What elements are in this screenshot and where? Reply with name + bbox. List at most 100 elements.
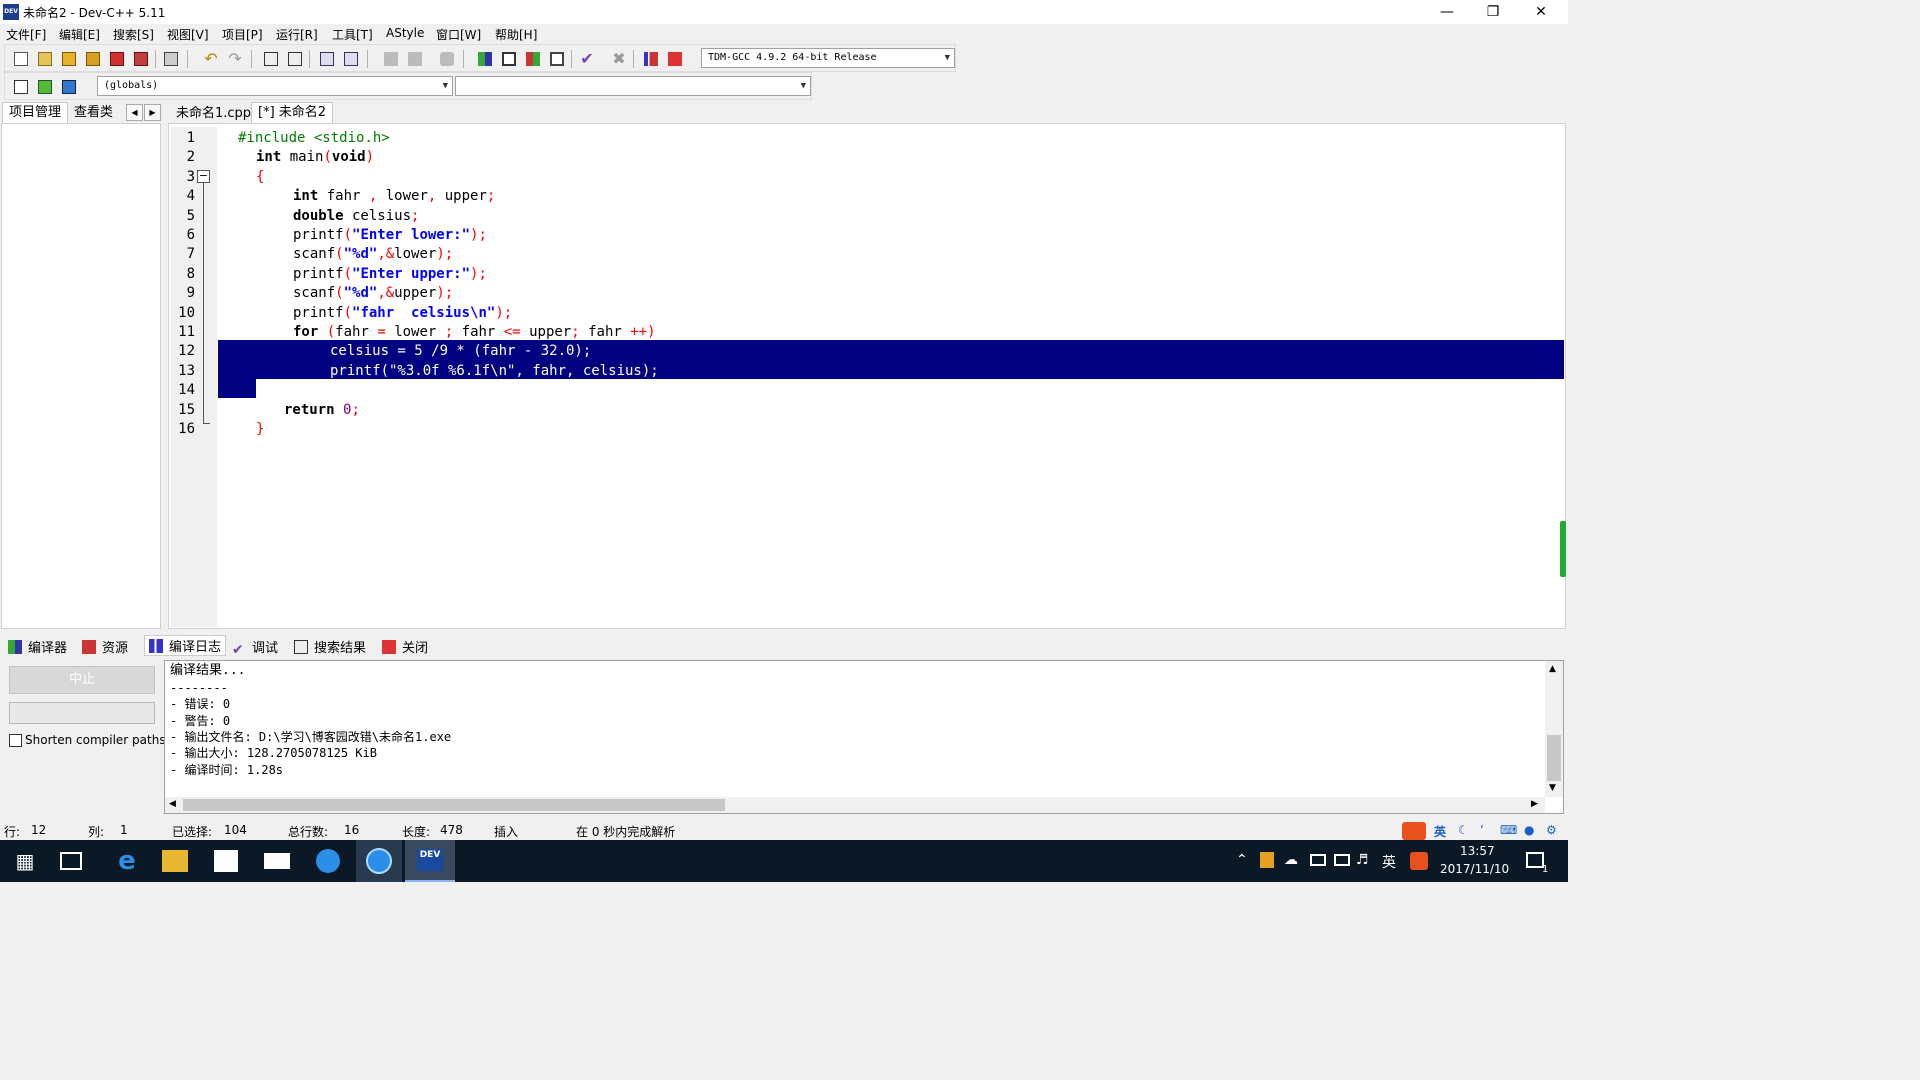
code-line-1: #include <stdio.h> <box>238 130 390 146</box>
browser-icon[interactable] <box>316 849 340 873</box>
tab-project[interactable]: 项目管理 <box>2 102 69 123</box>
line-number: 12 <box>178 343 195 360</box>
syntax-check-button[interactable]: ✔ <box>577 49 597 69</box>
open-button[interactable] <box>35 49 55 69</box>
ie-taskbar-item[interactable] <box>356 840 402 882</box>
mail-icon[interactable] <box>264 853 290 869</box>
find-button[interactable] <box>261 49 281 69</box>
menu-astyle[interactable]: AStyle <box>386 26 424 40</box>
line-number: 6 <box>186 227 195 243</box>
compile-button[interactable] <box>475 49 495 69</box>
save-button[interactable] <box>59 49 79 69</box>
back-button[interactable] <box>381 49 401 69</box>
run-button[interactable] <box>499 49 519 69</box>
edge-icon[interactable]: e <box>112 846 142 876</box>
indent-button[interactable] <box>317 49 337 69</box>
save-all-icon <box>86 52 100 66</box>
close-file-icon <box>110 52 124 66</box>
close-button[interactable]: ✕ <box>1518 0 1564 24</box>
log-line: - 输出文件名: D:\学习\博客园改错\未命名1.exe <box>170 729 452 744</box>
compile-run-button[interactable] <box>523 49 543 69</box>
tab-compile-log[interactable]: 编译日志 <box>144 635 227 656</box>
forward-button[interactable] <box>405 49 425 69</box>
file-explorer-icon[interactable] <box>162 850 188 872</box>
tab-search-results[interactable]: 搜索结果 <box>294 637 366 656</box>
menu-view[interactable]: 视图[V] <box>167 26 209 43</box>
menu-edit[interactable]: 编辑[E] <box>59 26 100 43</box>
log-vscroll-thumb[interactable] <box>1547 735 1561 781</box>
new-file-button[interactable] <box>11 49 31 69</box>
tray-app-icon[interactable] <box>1260 852 1274 868</box>
compiler-select-value: TDM-GCC 4.9.2 64-bit Release <box>708 52 877 63</box>
project-panel[interactable] <box>1 123 161 629</box>
windows-start-icon[interactable]: ▦ <box>10 846 40 876</box>
redo-button[interactable]: ↷ <box>225 49 245 69</box>
moon-icon[interactable]: ☾ <box>1458 823 1469 837</box>
user-icon[interactable]: ● <box>1524 823 1534 837</box>
menu-file[interactable]: 文件[F] <box>6 26 46 43</box>
ime-lang[interactable]: 英 <box>1434 823 1446 840</box>
devcpp-taskbar-item[interactable]: DEV <box>405 840 455 882</box>
bookmark-button[interactable] <box>437 49 457 69</box>
input-lang-indicator[interactable]: 英 <box>1382 852 1396 872</box>
punct-icon[interactable]: ‘ <box>1480 823 1484 837</box>
close-file-button[interactable] <box>107 49 127 69</box>
chevron-up-icon: ▲ <box>1549 664 1556 674</box>
menu-project[interactable]: 项目[P] <box>222 26 263 43</box>
stop-button[interactable]: ✖ <box>609 49 629 69</box>
menu-help[interactable]: 帮助[H] <box>495 26 537 43</box>
menu-window[interactable]: 窗口[W] <box>436 26 481 43</box>
toggle-bookmark-button[interactable] <box>59 77 79 97</box>
log-vscrollbar[interactable]: ▲ ▼ <box>1545 661 1563 797</box>
code-editor[interactable]: #include <stdio.h> int main(void) { int … <box>218 127 1564 627</box>
tab-scroll-left[interactable]: ◀ <box>126 104 143 121</box>
tab-debug[interactable]: ✔ 调试 <box>232 637 278 657</box>
close-all-icon <box>134 52 148 66</box>
sogou-tray-icon[interactable] <box>1410 852 1428 870</box>
compile-log[interactable]: 编译结果... -------- - 错误: 0 - 警告: 0 - 输出文件名… <box>164 660 1564 814</box>
menu-search[interactable]: 搜索[S] <box>113 26 154 43</box>
goto-button[interactable] <box>35 77 55 97</box>
network-icon[interactable] <box>1310 854 1326 866</box>
delete-profile-button[interactable] <box>665 49 685 69</box>
battery-icon[interactable] <box>1334 854 1350 866</box>
menu-tools[interactable]: 工具[T] <box>332 26 373 43</box>
replace-button[interactable] <box>285 49 305 69</box>
keyboard-icon[interactable]: ⌨ <box>1500 823 1517 837</box>
sogou-ime-icon[interactable] <box>1402 822 1426 840</box>
fold-collapse-icon[interactable]: − <box>197 170 210 183</box>
save-all-button[interactable] <box>83 49 103 69</box>
clock-date[interactable]: 2017/11/10 <box>1440 862 1509 876</box>
log-hscrollbar[interactable]: ◀ ▶ <box>165 797 1545 813</box>
restore-button[interactable]: ❐ <box>1470 0 1516 24</box>
menu-run[interactable]: 运行[R] <box>276 26 318 43</box>
volume-icon[interactable]: ♬ <box>1356 852 1369 868</box>
symbol-select[interactable]: ▼ <box>455 76 811 96</box>
cloud-icon[interactable]: ☁ <box>1284 852 1298 868</box>
show-hidden-icons-icon[interactable]: ⌃ <box>1236 852 1248 868</box>
clock-time[interactable]: 13:57 <box>1460 844 1495 858</box>
tab-file-unnamed2[interactable]: [*] 未命名2 <box>251 102 334 123</box>
log-hscroll-thumb[interactable] <box>183 799 725 811</box>
scope-select[interactable]: (globals) ▼ <box>97 76 453 96</box>
wrench-icon[interactable]: ⚙ <box>1546 823 1557 837</box>
abort-button[interactable]: 中止 <box>9 666 155 694</box>
shorten-paths-checkbox[interactable] <box>9 734 22 747</box>
rebuild-button[interactable] <box>547 49 567 69</box>
tab-compiler[interactable]: 编译器 <box>8 637 67 656</box>
store-icon[interactable] <box>214 850 238 872</box>
compiler-select[interactable]: TDM-GCC 4.9.2 64-bit Release ▼ <box>701 48 955 68</box>
tab-scroll-right[interactable]: ▶ <box>144 104 161 121</box>
tab-classes[interactable]: 查看类 <box>68 103 119 123</box>
unindent-button[interactable] <box>341 49 361 69</box>
profile-button[interactable] <box>641 49 661 69</box>
minimize-button[interactable]: — <box>1424 0 1470 24</box>
task-view-icon[interactable] <box>60 852 82 870</box>
close-all-button[interactable] <box>131 49 151 69</box>
insert-button[interactable] <box>11 77 31 97</box>
undo-button[interactable]: ↶ <box>201 49 221 69</box>
tab-file-unnamed1[interactable]: 未命名1.cpp <box>170 104 257 124</box>
tab-resources[interactable]: 资源 <box>82 637 128 656</box>
print-button[interactable] <box>161 49 181 69</box>
tab-close[interactable]: 关闭 <box>382 637 428 656</box>
